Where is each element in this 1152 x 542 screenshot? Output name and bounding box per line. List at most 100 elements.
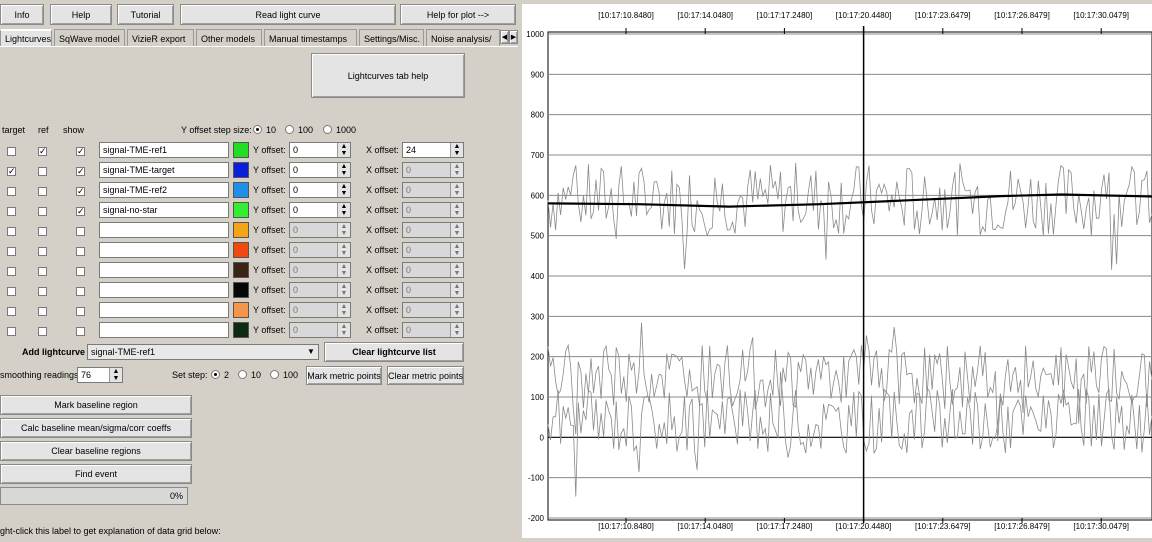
show-checkbox[interactable]: ✓: [76, 207, 85, 216]
spinner-arrows-icon[interactable]: ▲ ▼: [337, 223, 350, 237]
tab-noise-analysis[interactable]: Noise analysis/: [426, 29, 500, 47]
set-step-radio-2[interactable]: [211, 370, 220, 379]
spinner-arrows-icon[interactable]: ▲ ▼: [450, 303, 463, 317]
lightcurve-name-field[interactable]: signal-no-star: [99, 202, 229, 218]
add-lightcurve-select[interactable]: signal-TME-ref1 ▼: [87, 344, 319, 360]
ref-checkbox[interactable]: [38, 307, 47, 316]
spinner-arrows-icon[interactable]: ▲ ▼: [337, 143, 350, 157]
show-checkbox[interactable]: [76, 287, 85, 296]
y-offset-spinner[interactable]: 0 ▲ ▼: [289, 282, 351, 298]
color-swatch[interactable]: [233, 262, 249, 278]
data-grid-hint-label[interactable]: ght-click this label to get explanation …: [0, 526, 221, 536]
set-step-radio-100[interactable]: [270, 370, 279, 379]
spinner-arrows-icon[interactable]: ▲ ▼: [450, 143, 463, 157]
x-offset-spinner[interactable]: 0 ▲ ▼: [402, 202, 464, 218]
ref-checkbox[interactable]: [38, 187, 47, 196]
y-step-radio-1000[interactable]: [323, 125, 332, 134]
show-checkbox[interactable]: ✓: [76, 167, 85, 176]
lightcurve-name-field[interactable]: signal-TME-ref2: [99, 182, 229, 198]
tab-scroll-right-icon[interactable]: ▶: [509, 30, 518, 44]
help-for-plot-button[interactable]: Help for plot -->: [400, 4, 516, 25]
lightcurve-name-field[interactable]: signal-TME-target: [99, 162, 229, 178]
show-checkbox[interactable]: [76, 267, 85, 276]
target-checkbox[interactable]: [7, 307, 16, 316]
y-offset-spinner[interactable]: 0 ▲ ▼: [289, 142, 351, 158]
target-checkbox[interactable]: [7, 207, 16, 216]
color-swatch[interactable]: [233, 242, 249, 258]
color-swatch[interactable]: [233, 142, 249, 158]
ref-checkbox[interactable]: [38, 327, 47, 336]
tab-vizier-export[interactable]: VizieR export: [127, 29, 194, 47]
lightcurve-name-field[interactable]: [99, 262, 229, 278]
show-checkbox[interactable]: ✓: [76, 147, 85, 156]
y-offset-spinner[interactable]: 0 ▲ ▼: [289, 242, 351, 258]
clear-metric-points-button[interactable]: Clear metric points: [387, 366, 464, 385]
ref-checkbox[interactable]: [38, 247, 47, 256]
lightcurve-name-field[interactable]: [99, 302, 229, 318]
spinner-arrows-icon[interactable]: ▲ ▼: [337, 163, 350, 177]
target-checkbox[interactable]: [7, 147, 16, 156]
lightcurve-name-field[interactable]: [99, 282, 229, 298]
spinner-arrows-icon[interactable]: ▲ ▼: [450, 283, 463, 297]
mark-metric-points-button[interactable]: Mark metric points: [306, 366, 382, 385]
color-swatch[interactable]: [233, 302, 249, 318]
info-button[interactable]: Info: [0, 4, 44, 25]
ref-checkbox[interactable]: ✓: [38, 147, 47, 156]
spinner-arrows-icon[interactable]: ▲ ▼: [450, 323, 463, 337]
y-offset-spinner[interactable]: 0 ▲ ▼: [289, 182, 351, 198]
x-offset-spinner[interactable]: 0 ▲ ▼: [402, 242, 464, 258]
find-event-button[interactable]: Find event: [0, 464, 192, 484]
color-swatch[interactable]: [233, 162, 249, 178]
tab-sqwave-model[interactable]: SqWave model: [54, 29, 125, 47]
tab-lightcurves[interactable]: Lightcurves: [0, 29, 52, 47]
color-swatch[interactable]: [233, 322, 249, 338]
y-offset-spinner[interactable]: 0 ▲ ▼: [289, 302, 351, 318]
spinner-arrows-icon[interactable]: ▲ ▼: [337, 203, 350, 217]
color-swatch[interactable]: [233, 202, 249, 218]
spinner-arrows-icon[interactable]: ▲ ▼: [450, 183, 463, 197]
tab-settings-misc[interactable]: Settings/Misc.: [359, 29, 424, 47]
x-offset-spinner[interactable]: 0 ▲ ▼: [402, 182, 464, 198]
x-offset-spinner[interactable]: 0 ▲ ▼: [402, 262, 464, 278]
spinner-arrows-icon[interactable]: ▲ ▼: [337, 243, 350, 257]
color-swatch[interactable]: [233, 182, 249, 198]
show-checkbox[interactable]: [76, 307, 85, 316]
lightcurve-name-field[interactable]: [99, 222, 229, 238]
y-offset-spinner[interactable]: 0 ▲ ▼: [289, 202, 351, 218]
y-step-radio-10[interactable]: [253, 125, 262, 134]
x-offset-spinner[interactable]: 0 ▲ ▼: [402, 302, 464, 318]
spinner-arrows-icon[interactable]: ▲ ▼: [450, 243, 463, 257]
read-light-curve-button[interactable]: Read light curve: [180, 4, 396, 25]
clear-lightcurve-list-button[interactable]: Clear lightcurve list: [324, 342, 464, 362]
spinner-arrows-icon[interactable]: ▲ ▼: [337, 283, 350, 297]
x-offset-spinner[interactable]: 0 ▲ ▼: [402, 162, 464, 178]
show-checkbox[interactable]: ✓: [76, 187, 85, 196]
lightcurve-name-field[interactable]: [99, 242, 229, 258]
x-offset-spinner[interactable]: 0 ▲ ▼: [402, 222, 464, 238]
spinner-arrows-icon[interactable]: ▲ ▼: [450, 263, 463, 277]
target-checkbox[interactable]: [7, 247, 16, 256]
tab-manual-timestamps[interactable]: Manual timestamps: [264, 29, 357, 47]
y-offset-spinner[interactable]: 0 ▲ ▼: [289, 322, 351, 338]
ref-checkbox[interactable]: [38, 167, 47, 176]
tab-other-models[interactable]: Other models: [196, 29, 262, 47]
help-button[interactable]: Help: [50, 4, 112, 25]
spinner-arrows-icon[interactable]: ▲ ▼: [450, 223, 463, 237]
spinner-arrows-icon[interactable]: ▲ ▼: [337, 303, 350, 317]
tutorial-button[interactable]: Tutorial: [117, 4, 174, 25]
ref-checkbox[interactable]: [38, 267, 47, 276]
lightcurve-name-field[interactable]: signal-TME-ref1: [99, 142, 229, 158]
spinner-arrows-icon[interactable]: ▲ ▼: [109, 368, 122, 382]
light-curve-plot[interactable]: 10009008007006005004003002001000-100-200…: [522, 4, 1152, 538]
spinner-arrows-icon[interactable]: ▲ ▼: [337, 263, 350, 277]
y-step-radio-100[interactable]: [285, 125, 294, 134]
x-offset-spinner[interactable]: 24 ▲ ▼: [402, 142, 464, 158]
y-offset-spinner[interactable]: 0 ▲ ▼: [289, 222, 351, 238]
smoothing-readings-spinner[interactable]: 76 ▲ ▼: [77, 367, 123, 383]
x-offset-spinner[interactable]: 0 ▲ ▼: [402, 282, 464, 298]
spinner-arrows-icon[interactable]: ▲ ▼: [337, 183, 350, 197]
spinner-arrows-icon[interactable]: ▲ ▼: [337, 323, 350, 337]
y-offset-spinner[interactable]: 0 ▲ ▼: [289, 162, 351, 178]
y-offset-spinner[interactable]: 0 ▲ ▼: [289, 262, 351, 278]
clear-baseline-regions-button[interactable]: Clear baseline regions: [0, 441, 192, 461]
